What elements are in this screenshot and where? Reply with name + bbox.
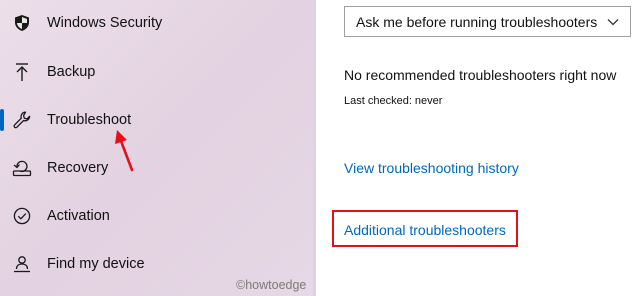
recovery-drive-icon: [12, 158, 32, 178]
view-troubleshooting-history-link[interactable]: View troubleshooting history: [344, 160, 519, 176]
sidebar-item-label: Activation: [47, 208, 110, 224]
sidebar: Windows Security Backup Troubleshoot Rec…: [0, 0, 313, 296]
sidebar-item-recovery[interactable]: Recovery: [0, 148, 313, 188]
sidebar-item-label: Backup: [47, 64, 96, 80]
sidebar-item-label: Troubleshoot: [47, 112, 132, 128]
divider: [313, 0, 316, 296]
sidebar-item-label: Recovery: [47, 160, 109, 176]
upload-arrow-icon: [12, 62, 32, 82]
watermark: ©howtoedge: [236, 278, 307, 292]
recommended-status-text: No recommended troubleshooters right now: [344, 67, 617, 83]
chevron-down-icon: [607, 19, 619, 26]
sidebar-item-windows-security[interactable]: Windows Security: [0, 3, 313, 43]
additional-troubleshooters-link[interactable]: Additional troubleshooters: [344, 222, 506, 238]
sidebar-item-label: Windows Security: [47, 15, 163, 31]
dropdown-selected-value: Ask me before running troubleshooters: [356, 13, 598, 30]
troubleshooter-preference-dropdown[interactable]: Ask me before running troubleshooters: [344, 6, 631, 37]
sidebar-item-label: Find my device: [47, 256, 145, 272]
sidebar-item-activation[interactable]: Activation: [0, 196, 313, 236]
check-circle-icon: [12, 206, 32, 226]
wrench-icon: [12, 110, 32, 130]
red-arrow-annotation: [115, 130, 134, 172]
shield-icon: [12, 13, 32, 33]
sidebar-item-backup[interactable]: Backup: [0, 52, 313, 92]
person-pin-icon: [12, 254, 32, 274]
last-checked-text: Last checked: never: [344, 95, 443, 107]
sidebar-item-troubleshoot[interactable]: Troubleshoot: [0, 100, 313, 140]
